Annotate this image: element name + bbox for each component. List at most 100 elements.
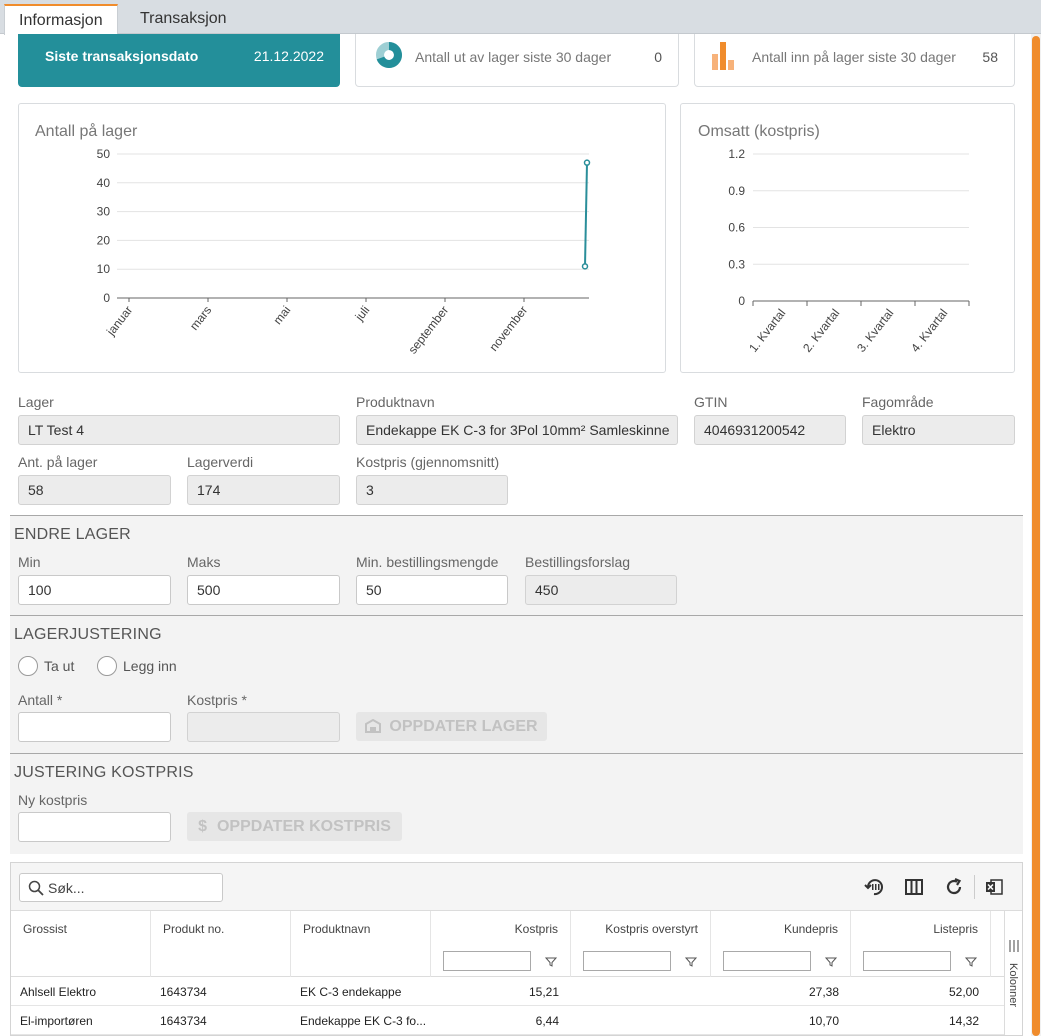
filter-input[interactable] <box>443 951 531 971</box>
col-kostpris[interactable]: Kostpris <box>431 911 571 977</box>
col-listepris[interactable]: Listepris <box>851 911 991 977</box>
scrollbar-thumb[interactable] <box>1032 36 1040 1036</box>
cell-kostpris: 15,21 <box>528 985 559 999</box>
section-title: ENDRE LAGER <box>14 526 131 543</box>
label-kostpris: Kostpris * <box>187 692 247 708</box>
filter-input[interactable] <box>723 951 811 971</box>
kpi-label: Antall inn på lager siste 30 dager <box>752 49 956 65</box>
y-tick-label: 20 <box>97 233 111 247</box>
x-tick-label: 1. Kvartal <box>746 306 788 355</box>
chart-turnover: Omsatt (kostpris) 0 0.3 0.6 0.9 1.2 1. Kvartal… <box>680 103 1015 373</box>
y-tick-label: 0.6 <box>728 221 745 235</box>
toolbar-divider <box>974 875 975 899</box>
col-header: Kundepris <box>783 922 838 936</box>
kpi-value: 0 <box>654 49 662 65</box>
fagomrade-field: Elektro <box>862 415 1015 445</box>
data-point <box>583 159 591 166</box>
kostpris-input-disabled <box>187 712 340 742</box>
update-costprice-label: OPPDATER KOSTPRIS <box>216 818 391 835</box>
dollar-icon: $ <box>198 818 207 835</box>
series-line <box>584 162 588 267</box>
search-icon <box>28 880 44 899</box>
x-tick-label: 2. Kvartal <box>800 306 842 355</box>
cell-produktnavn: EK C-3 endekappe <box>300 985 402 999</box>
min-bestilling-input[interactable] <box>356 575 508 605</box>
chart-stock-quantity: Antall på lager 0 10 20 30 40 50 januar mars mai j… <box>18 103 666 373</box>
chart-turnover-svg: Omsatt (kostpris) 0 0.3 0.6 0.9 1.2 1. Kvartal… <box>698 123 970 355</box>
update-costprice-button[interactable]: $ OPPDATER KOSTPRIS <box>187 812 402 841</box>
col-produkt-no[interactable]: Produkt no. <box>151 911 291 977</box>
warehouse-icon <box>365 714 382 743</box>
y-tick-label: 0.9 <box>728 184 745 198</box>
cell-produktnavn: Endekappe EK C-3 fo... <box>300 1014 427 1028</box>
kpi-in-30-days: Antall inn på lager siste 30 dager 58 <box>694 34 1015 87</box>
maks-input[interactable] <box>187 575 340 605</box>
col-header: Grossist <box>23 922 68 936</box>
cell-kundepris: 27,38 <box>808 985 839 999</box>
label-lager: Lager <box>18 394 54 410</box>
tab-informasjon[interactable]: Informasjon <box>4 4 118 35</box>
label-kostpris-avg: Kostpris (gjennomsnitt) <box>356 454 500 470</box>
filter-input[interactable] <box>863 951 951 971</box>
y-tick-label: 0.3 <box>728 257 745 271</box>
update-stock-button[interactable]: OPPDATER LAGER <box>356 712 547 741</box>
ant-lager-field: 58 <box>18 475 171 505</box>
excel-icon[interactable] <box>984 877 1004 900</box>
cell-listepris: 14,32 <box>948 1014 979 1028</box>
columns-icon[interactable] <box>904 877 924 900</box>
label-min-bestilling: Min. bestillingsmengde <box>356 554 499 570</box>
x-tick-label: september <box>405 303 451 356</box>
x-tick-label: mars <box>187 303 214 333</box>
label-bestillingsforslag: Bestillingsforslag <box>525 554 631 570</box>
columns-side-panel[interactable]: Kolonner <box>1004 911 1022 1035</box>
antall-input[interactable] <box>18 712 171 742</box>
label-ny-kostpris: Ny kostpris <box>18 792 88 808</box>
columns-side-label: Kolonner <box>1007 963 1019 1008</box>
y-tick-label: 1.2 <box>728 147 745 161</box>
cell-kostpris: 6,44 <box>535 1014 559 1028</box>
history-icon[interactable] <box>864 877 884 900</box>
label-ant-lager: Ant. på lager <box>18 454 98 470</box>
radio-legg-inn[interactable] <box>97 656 117 676</box>
kpi-value: 58 <box>982 49 998 65</box>
tab-bar: Informasjon Transaksjon <box>0 0 1041 35</box>
kpi-out-30-days: Antall ut av lager siste 30 dager 0 <box>355 34 679 87</box>
col-grossist[interactable]: Grossist <box>11 911 151 977</box>
cell-grossist: El-importøren <box>20 1014 93 1028</box>
y-tick-label: 50 <box>97 147 111 161</box>
radio-legg-inn-label: Legg inn <box>123 658 177 674</box>
col-kundepris[interactable]: Kundepris <box>711 911 851 977</box>
produktnavn-field: Endekappe EK C-3 for 3Pol 10mm² Samleski… <box>356 415 678 445</box>
table-row[interactable]: Ahlsell Elektro 1643734 EK C-3 endekappe… <box>11 977 1004 1006</box>
cell-produkt-no: 1643734 <box>160 985 207 999</box>
filter-icon[interactable] <box>964 955 978 971</box>
col-header: Listepris <box>933 922 978 936</box>
x-tick-label: januar <box>103 303 135 339</box>
tab-transaksjon[interactable]: Transaksjon <box>126 4 241 35</box>
label-antall: Antall * <box>18 692 63 708</box>
lagerverdi-field: 174 <box>187 475 340 505</box>
min-input[interactable] <box>18 575 171 605</box>
refresh-icon[interactable] <box>944 877 964 900</box>
col-kostpris-overstyrt[interactable]: Kostpris overstyrt <box>571 911 711 977</box>
y-tick-label: 30 <box>97 205 111 219</box>
filter-icon[interactable] <box>684 955 698 971</box>
y-tick-label: 0 <box>103 291 110 305</box>
radio-ta-ut[interactable] <box>18 656 38 676</box>
kpi-label: Siste transaksjonsdato <box>45 48 199 64</box>
table-row[interactable]: El-importøren 1643734 Endekappe EK C-3 f… <box>11 1006 1004 1035</box>
kpi-label: Antall ut av lager siste 30 dager <box>415 49 612 65</box>
y-tick-label: 0 <box>738 294 745 308</box>
donut-icon <box>376 42 402 71</box>
filter-icon[interactable] <box>544 955 558 971</box>
columns-side-icon <box>1009 939 1019 955</box>
lager-field: LT Test 4 <box>18 415 340 445</box>
search-box[interactable]: Søk... <box>19 873 223 902</box>
radio-ta-ut-label: Ta ut <box>44 658 75 674</box>
kpi-value: 21.12.2022 <box>253 48 324 64</box>
filter-icon[interactable] <box>824 955 838 971</box>
x-tick-label: mai <box>270 303 293 327</box>
ny-kostpris-input[interactable] <box>18 812 171 842</box>
col-produktnavn[interactable]: Produktnavn <box>291 911 431 977</box>
filter-input[interactable] <box>583 951 671 971</box>
